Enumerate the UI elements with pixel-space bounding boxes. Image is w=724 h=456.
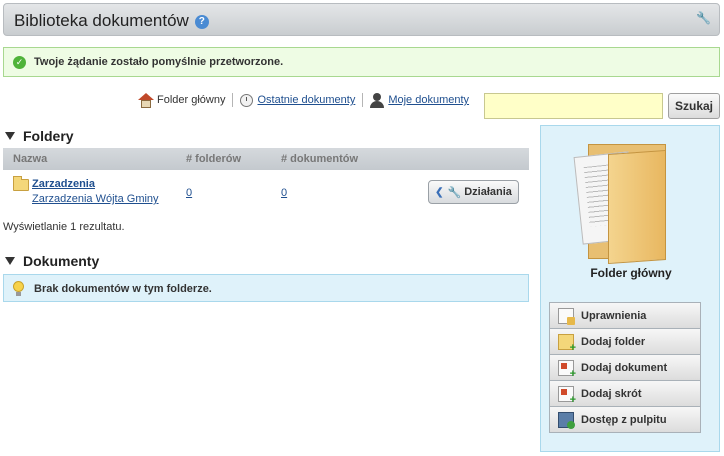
sidebar-menu: Uprawnienia Dodaj folder Dodaj dokument … (549, 302, 701, 433)
permissions-icon (558, 307, 575, 325)
success-message: Twoje żądanie zostało pomyślnie przetwor… (34, 56, 284, 68)
column-folders-count[interactable]: # folderów (186, 153, 241, 165)
folders-table-header: Nazwa # folderów # dokumentów (3, 148, 529, 170)
menu-item-add-document[interactable]: Dodaj dokument (549, 354, 701, 381)
collapse-triangle-icon (5, 257, 15, 265)
documents-section-title: Dokumenty (23, 253, 100, 269)
add-folder-icon (558, 333, 576, 354)
menu-item-permissions[interactable]: Uprawnienia (549, 302, 701, 329)
sidebar-caption: Folder główny (590, 266, 672, 280)
nav-separator (232, 93, 234, 107)
folder-sidebar: Folder główny Uprawnienia Dodaj folder D… (540, 125, 720, 452)
document-count-link[interactable]: 0 (281, 187, 287, 199)
folder-icon (13, 176, 29, 191)
user-icon (370, 92, 385, 108)
success-message-box: ✓ Twoje żądanie zostało pomyślnie przetw… (3, 47, 720, 77)
add-document-icon (558, 359, 576, 380)
page-title: Biblioteka dokumentów? (14, 11, 209, 31)
folder-navigation: Folder główny Ostatnie dokumenty Moje do… (138, 91, 469, 109)
nav-mine[interactable]: Moje dokumenty (370, 92, 469, 108)
lightbulb-icon (13, 281, 24, 296)
menu-item-desktop-access[interactable]: Dostęp z pulpitu (549, 406, 701, 433)
column-name[interactable]: Nazwa (13, 153, 47, 165)
menu-item-label: Dostęp z pulpitu (581, 413, 667, 426)
menu-item-label: Dodaj folder (581, 335, 646, 348)
results-count: Wyświetlanie 1 rezultatu. (3, 221, 125, 233)
nav-separator (362, 93, 364, 107)
folder-count-link[interactable]: 0 (186, 187, 192, 199)
large-folder-icon (573, 134, 668, 265)
menu-item-label: Dodaj dokument (581, 361, 668, 374)
page-title-text: Biblioteka dokumentów (14, 11, 189, 30)
menu-item-label: Uprawnienia (581, 309, 647, 322)
nav-recent-link[interactable]: Ostatnie dokumenty (257, 94, 355, 106)
help-icon[interactable]: ? (194, 14, 209, 29)
folder-description-link[interactable]: Zarzadzenia Wójta Gminy (32, 193, 159, 205)
documents-section-header[interactable]: Dokumenty (5, 253, 99, 269)
nav-mine-link[interactable]: Moje dokumenty (388, 94, 469, 106)
column-documents-count[interactable]: # dokumentów (281, 153, 358, 165)
empty-documents-info: Brak dokumentów w tym folderze. (3, 274, 529, 302)
home-icon (138, 92, 154, 108)
nav-home-label: Folder główny (157, 94, 226, 106)
nav-recent[interactable]: Ostatnie dokumenty (240, 93, 355, 107)
search-button[interactable]: Szukaj (668, 93, 720, 119)
nav-home[interactable]: Folder główny (138, 92, 226, 108)
chevron-left-icon: ❮ (435, 186, 444, 198)
table-row: Zarzadzenia Zarzadzenia Wójta Gminy 0 0 … (3, 172, 529, 212)
tools-icon: 🔧 (447, 186, 462, 199)
empty-documents-message: Brak dokumentów w tym folderze. (34, 283, 212, 295)
menu-item-label: Dodaj skrót (581, 387, 642, 400)
add-shortcut-icon (558, 385, 576, 406)
folders-section-title: Foldery (23, 128, 74, 144)
desktop-access-icon (558, 411, 575, 429)
folders-section-header[interactable]: Foldery (5, 128, 74, 144)
clock-icon (240, 93, 254, 107)
folder-name-link[interactable]: Zarzadzenia (32, 178, 95, 190)
menu-item-add-folder[interactable]: Dodaj folder (549, 328, 701, 355)
actions-button-label: Działania (464, 186, 512, 198)
wrench-icon[interactable]: 🔧 (696, 11, 711, 25)
search-input[interactable] (484, 93, 663, 119)
title-bar: Biblioteka dokumentów? 🔧 (3, 3, 720, 36)
collapse-triangle-icon (5, 132, 15, 140)
actions-button[interactable]: ❮ 🔧 Działania (428, 180, 519, 204)
menu-item-add-shortcut[interactable]: Dodaj skrót (549, 380, 701, 407)
check-icon: ✓ (13, 56, 26, 69)
